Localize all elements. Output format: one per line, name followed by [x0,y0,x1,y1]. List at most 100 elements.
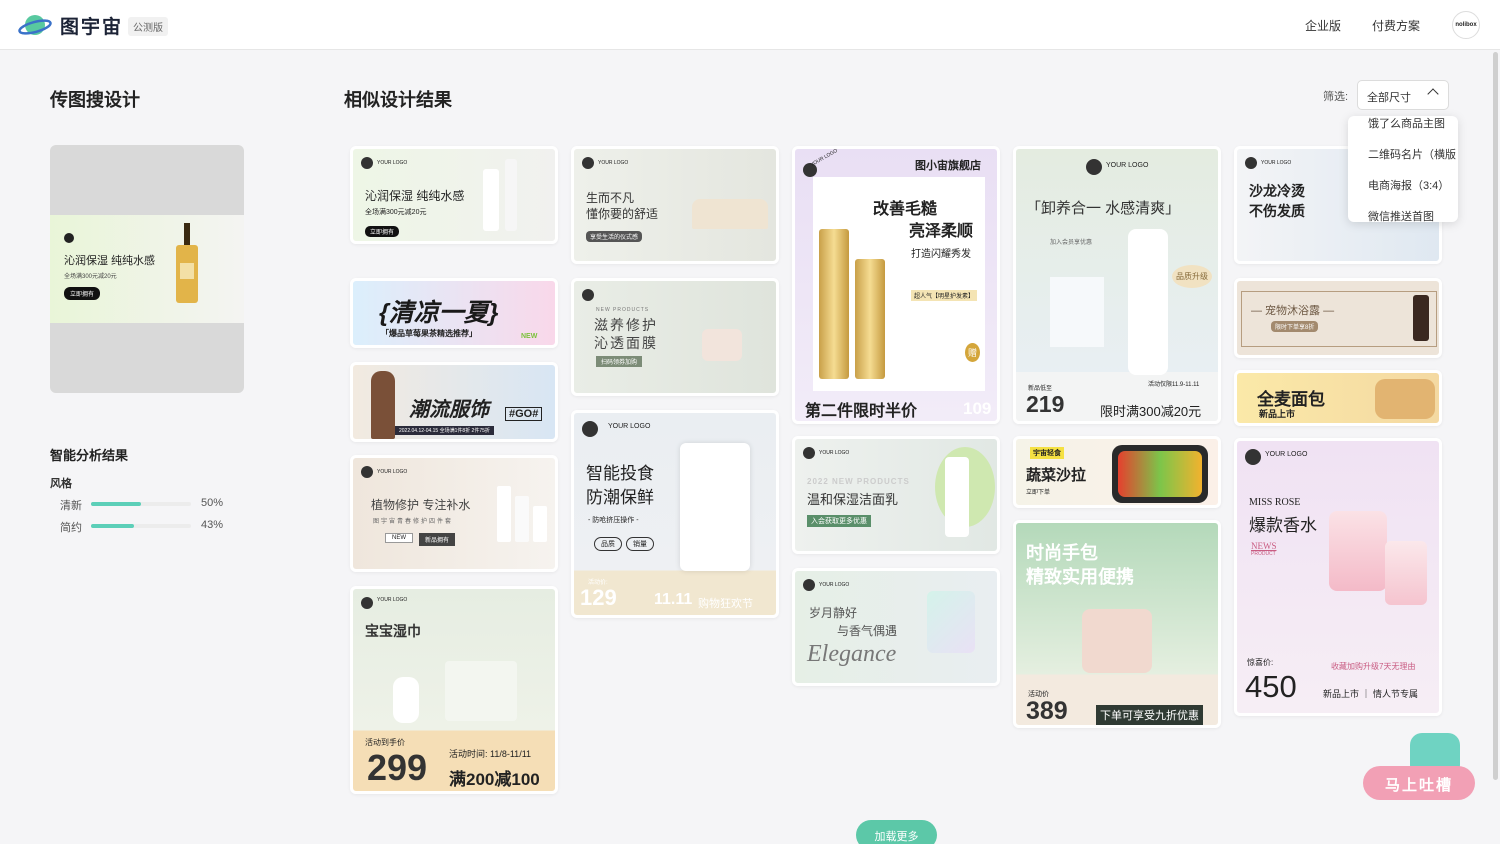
result-card[interactable]: YOUR LOGO 沁润保湿 纯纯水感 全场满300元减20元 立即拥有 [350,146,558,244]
card-text: 2022 NEW PRODUCTS [807,477,910,486]
result-card[interactable]: YOUR LOGO 图小宙旗舰店 改善毛糙 亮泽柔顺 打造闪耀秀发 超人气【明星… [792,146,1000,424]
brand-name[interactable]: 图宇宙 [60,12,123,39]
result-card[interactable]: YOUR LOGO 「卸养合一 水感清爽」 加入会员享优惠 品质升级 新品低至 … [1013,146,1221,424]
logo-icon [361,597,373,609]
size-filter-select[interactable]: 全部尺寸 [1357,80,1449,110]
card-text: 享受生活的仪式感 [586,231,643,242]
result-card[interactable]: — 宠物沐浴露 — 限时下单享8折 [1234,278,1442,358]
shampoo-bottle-icon [819,229,849,379]
bottle-icon [505,159,517,231]
card-text: 限时下单享8折 [1271,321,1319,332]
page-scrollbar[interactable] [1493,52,1498,780]
dropdown-option[interactable]: 二维码名片（横版 [1368,146,1456,162]
result-card[interactable]: NEW PRODUCTS 滋养修护 沁透面膜 扫码领券加购 [571,278,779,396]
avatar[interactable]: nolibox [1452,11,1480,39]
card-text: 蔬菜沙拉 [1026,467,1087,484]
style-fill [91,524,134,528]
edition-badge: 公测版 [128,17,168,36]
pet-shampoo-bottle-icon [1413,295,1429,341]
result-card[interactable]: YOUR LOGO 宝宝湿巾 活动到手价 299 活动时间: 11/8-11/1… [350,586,558,794]
nav-enterprise[interactable]: 企业版 [1305,17,1341,34]
nav-pricing[interactable]: 付费方案 [1372,17,1420,34]
card-text: 品质 [594,537,622,551]
result-card[interactable]: YOUR LOGO 智能投食 防潮保鲜 - 防呛挤压操作 - 品质 销量 活动价… [571,410,779,618]
card-text: 懂你要的舒适 [586,207,659,221]
result-card[interactable]: 宇宙轻食 蔬菜沙拉 立即下单 [1013,436,1221,508]
uploaded-image-preview[interactable]: 沁润保湿 纯纯水感 全场满300元减20元 立即拥有 [50,145,244,393]
style-percent: 50% [201,497,224,509]
load-more-button[interactable]: 加载更多 [856,820,937,844]
card-price: 450 [1245,669,1297,704]
result-card[interactable]: 全麦面包 新品上市 [1234,370,1442,426]
result-card[interactable]: {清凉一夏} 「爆品草莓果茶精选推荐」 NEW [350,278,558,348]
result-card[interactable]: YOUR LOGO 2022 NEW PRODUCTS 温和保湿洁面乳 入会获取… [792,436,1000,554]
card-text: 销量 [626,537,654,551]
result-card[interactable]: YOUR LOGO 生而不凡 懂你要的舒适 享受生活的仪式感 [571,146,779,264]
planet-logo-icon[interactable] [18,10,52,40]
result-card[interactable]: YOUR LOGO MISS ROSE 爆款香水 NEWS PRODUCT 惊喜… [1234,438,1442,716]
vase-icon [393,677,419,723]
card-text: 新品拥有 [419,533,456,546]
card-text: NEWS [1251,541,1277,551]
logo-icon [1086,159,1102,175]
result-card[interactable]: YOUR LOGO 岁月静好 与香气偶遇 Elegance [792,568,1000,686]
result-card[interactable]: 时尚手包 精致实用便携 活动价 389 下单可享受九折优惠 [1013,520,1221,728]
card-text: YOUR LOGO [377,597,408,603]
style-row-fresh: 清新 50% [60,497,240,512]
card-text: YOUR LOGO [608,423,651,430]
card-text: 沙龙冷烫 [1249,183,1305,199]
handbag-icon [1082,609,1152,673]
card-text: 防潮保鲜 [586,488,654,507]
banner-headline: 沁润保湿 纯纯水感 [64,255,156,267]
card-text: NEW PRODUCTS [596,307,650,313]
style-name: 清新 [60,500,82,512]
dropdown-option[interactable]: 饿了么商品主图 [1368,116,1445,131]
card-text: 满200减100 [449,770,540,789]
logo-icon [1245,449,1261,465]
logo-icon [582,289,594,301]
card-text: 温和保湿洁面乳 [807,492,899,507]
card-text: 植物修护 专注补水 [371,498,471,512]
card-text: YOUR LOGO [377,469,408,475]
conditioner-bottle-icon [855,259,885,379]
size-filter-dropdown: 饿了么商品主图 二维码名片（横版 电商海报（3:4） 微信推送首图 [1348,116,1458,222]
card-text: 图小宙旗舰店 [915,160,981,172]
card-text: 加入会员享优惠 [1050,240,1093,246]
card-text: 沁透面膜 [594,335,658,351]
card-price: 109 [963,399,992,418]
card-text: YOUR LOGO [598,160,629,166]
card-text: YOUR LOGO [1106,162,1149,169]
card-text: 与香气偶遇 [837,624,898,638]
card-text: 宇宙轻食 [1030,447,1064,459]
card-text: YOUR LOGO [819,582,850,588]
dropdown-option[interactable]: 电商海报（3:4） [1368,177,1449,193]
card-text: 赠 [965,343,981,362]
card-text: 扫码领券加购 [596,356,643,367]
style-fill [91,502,141,506]
card-text: 第二件限时半价 [805,403,918,420]
product-frame [1050,277,1104,347]
logo-icon [361,466,373,478]
logo-icon [1245,157,1257,169]
card-text: 全场满300元减20元 [365,209,427,216]
dropdown-option[interactable]: 微信推送首图 [1368,208,1434,222]
card-price: 219 [1026,391,1065,417]
logo-icon [361,157,373,169]
perfume-bottle-small-icon [1385,541,1427,605]
card-text: 沁润保湿 纯纯水感 [365,189,465,203]
card-text: 滋养修护 [594,317,658,333]
card-price: 299 [367,747,428,788]
upload-search-title: 传图搜设计 [50,90,140,110]
logo-icon [803,447,815,459]
card-text: 智能投食 [586,464,654,483]
card-text: 购物狂欢节 [698,598,753,610]
frame-border [1241,291,1437,347]
pet-feeder-icon [680,443,750,571]
top-bar: 图宇宙 公测版 企业版 付费方案 nolibox [0,0,1500,50]
card-text: NEW [521,333,538,340]
style-label: 风格 [50,478,72,490]
result-card[interactable]: 潮流服饰 #GO# 2022.04.12-04.15 全场满1件8折 2件75折 [350,362,558,442]
feedback-button[interactable]: 马上吐槽 [1363,766,1475,800]
result-card[interactable]: YOUR LOGO 植物修护 专注补水 图宇宙青春修护四件套 NEW 新品拥有 [350,455,558,572]
card-text: YOUR LOGO [819,450,850,456]
